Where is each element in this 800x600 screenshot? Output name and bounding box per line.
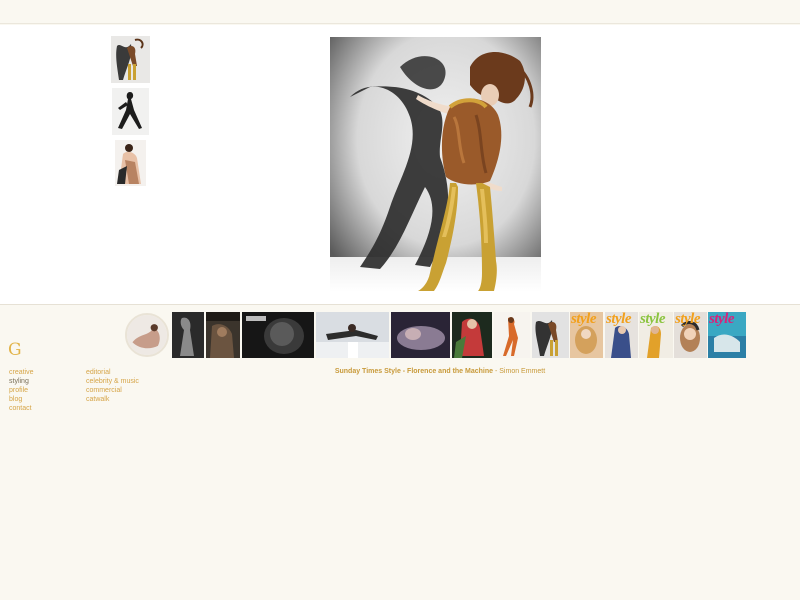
magazine-cover-4[interactable]: style [674,312,707,358]
nav-item-blog[interactable]: blog [9,395,34,404]
caption-credit: Simon Emmett [499,368,546,375]
strip-thumb-6[interactable] [452,312,492,358]
gallery-thumb-2[interactable] [112,88,149,135]
strip-thumb-4[interactable] [316,312,389,358]
caption-title: Sunday Times Style - Florence and the Ma… [334,368,494,375]
nav-item-contact[interactable]: contact [9,404,34,413]
nav-item-styling[interactable]: styling [9,377,34,386]
main-photo [330,37,541,292]
magazine-title: style [606,312,632,327]
nav-item-profile[interactable]: profile [9,386,34,395]
primary-nav: creative styling profile blog contact [9,368,34,413]
subnav-item-catwalk[interactable]: catwalk [86,395,139,404]
photo-caption: Sunday Times Style - Florence and the Ma… [300,368,580,375]
nav-item-creative[interactable]: creative [9,368,34,377]
magazine-cover-3[interactable]: style [639,312,673,358]
strip-thumb-8[interactable] [532,312,569,358]
strip-thumb-7[interactable] [494,312,530,358]
subnav-item-celebrity-music[interactable]: celebrity & music [86,377,139,386]
strip-thumb-3[interactable] [242,312,314,358]
strip-thumb-circle[interactable] [125,313,169,357]
strip-thumb-2[interactable] [206,312,240,358]
subnav-item-editorial[interactable]: editorial [86,368,139,377]
magazine-cover-2[interactable]: style [605,312,638,358]
magazine-title: style [640,312,666,327]
secondary-nav: editorial celebrity & music commercial c… [86,368,139,404]
gallery-thumb-3[interactable] [115,140,146,186]
magazine-title: style [675,312,701,327]
magazine-cover-1[interactable]: style [570,312,603,358]
top-band [0,0,800,24]
subnav-item-commercial[interactable]: commercial [86,386,139,395]
magazine-cover-5[interactable]: style [708,312,746,358]
strip-thumb-5[interactable] [391,312,450,358]
gallery-stage [0,25,800,305]
magazine-title: style [571,312,597,327]
strip-thumb-1[interactable] [172,312,204,358]
gallery-thumb-1[interactable] [111,36,150,83]
site-logo[interactable]: G [8,340,22,360]
magazine-title: style [709,312,735,327]
